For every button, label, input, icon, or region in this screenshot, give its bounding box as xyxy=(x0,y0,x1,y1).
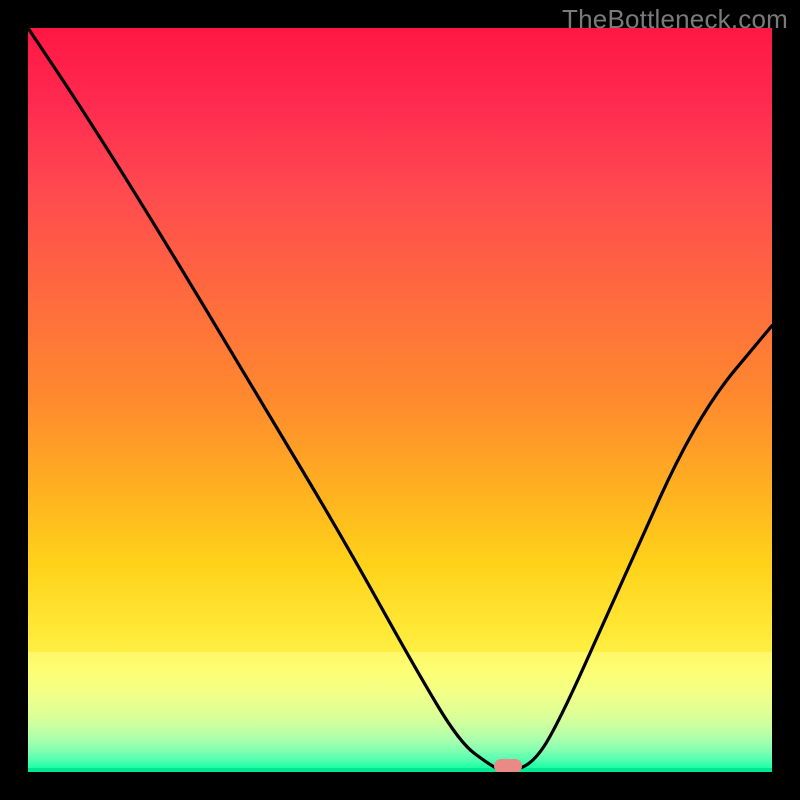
bottleneck-curve xyxy=(28,28,772,772)
plot-area xyxy=(28,28,772,772)
curve-path xyxy=(28,28,772,770)
watermark-text: TheBottleneck.com xyxy=(562,4,788,35)
optimum-marker xyxy=(494,759,522,772)
chart-frame: TheBottleneck.com xyxy=(0,0,800,800)
